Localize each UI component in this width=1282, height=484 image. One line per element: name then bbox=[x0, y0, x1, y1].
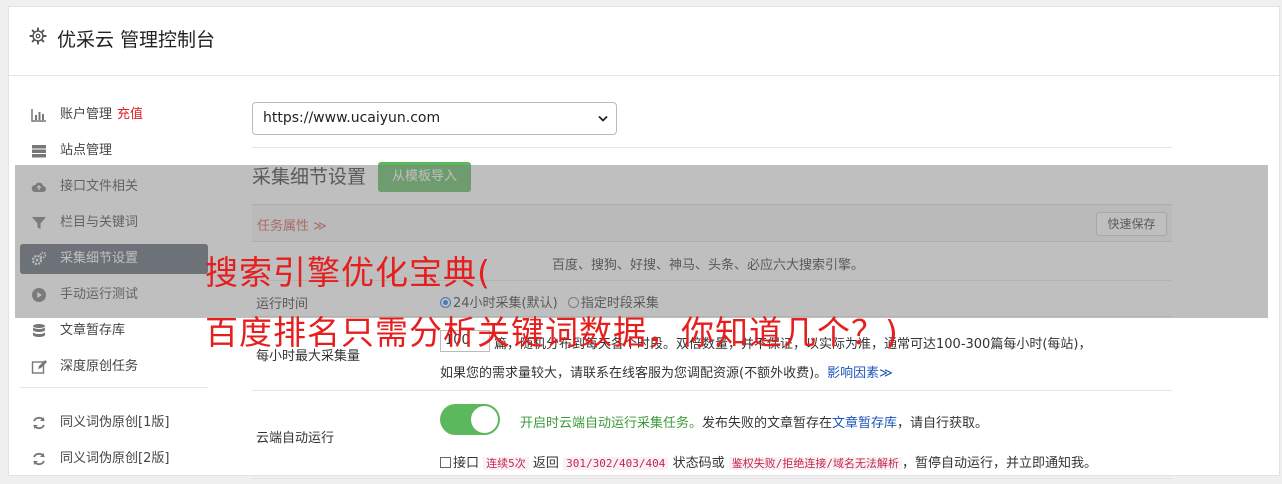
sidebar-divider bbox=[20, 387, 208, 388]
sidebar-item-synonym-v1[interactable]: 同义词伪原创[1版] bbox=[20, 408, 208, 438]
api-pause-checkbox[interactable] bbox=[440, 457, 451, 468]
app-title: 优采云 管理控制台 bbox=[57, 29, 216, 51]
sidebar-item-label: 站点管理 bbox=[60, 143, 113, 158]
edit-icon bbox=[31, 360, 47, 374]
sidebar-item-account[interactable]: 账户管理 充值 bbox=[20, 100, 208, 130]
sidebar-item-label: 同义词伪原创[1版] bbox=[60, 415, 170, 430]
api-pause-option: 接口 连续5次 返回 301/302/403/404 状态码或 鉴权失败/拒绝连… bbox=[440, 452, 1097, 471]
cloud-run-text: 发布失败的文章暂存在 bbox=[702, 416, 833, 431]
api-prefix: 接口 bbox=[453, 456, 480, 471]
site-select[interactable]: https://www.ucaiyun.com bbox=[252, 102, 617, 135]
cloud-run-label: 云端自动运行 bbox=[256, 431, 335, 446]
sidebar-item-label: 深度原创任务 bbox=[60, 359, 139, 374]
sidebar-item-label: 账户管理 bbox=[60, 107, 113, 122]
divider bbox=[252, 147, 1172, 148]
article-store-link[interactable]: 文章暂存库 bbox=[832, 416, 897, 431]
api-mid: 返回 bbox=[532, 456, 559, 471]
database-icon bbox=[33, 324, 45, 337]
refresh-icon bbox=[33, 452, 45, 466]
cloud-run-on-text: 开启时云端自动运行采集任务。 bbox=[520, 416, 703, 431]
gear-icon bbox=[29, 27, 47, 45]
cloud-run-toggle[interactable] bbox=[440, 404, 500, 435]
sidebar-item-synonym-v2[interactable]: 同义词伪原创[2版] bbox=[20, 444, 208, 474]
row-divider bbox=[252, 478, 1172, 479]
card-header: 优采云 管理控制台 bbox=[9, 7, 1279, 76]
code-tag: 连续5次 bbox=[483, 457, 529, 470]
toggle-knob bbox=[471, 406, 498, 433]
cloud-run-desc: 开启时云端自动运行采集任务。发布失败的文章暂存在文章暂存库，请自行获取。 bbox=[520, 412, 988, 431]
max-collect-desc2: 如果您的需求量较大，请联系在线客服为您调配资源(不额外收费)。影响因素≫ bbox=[440, 362, 893, 381]
watermark-line-1: 搜索引擎优化宝典( bbox=[205, 253, 491, 292]
api-mid2: 状态码或 bbox=[672, 456, 725, 471]
api-suffix: ，暂停自动运行，并立即通知我。 bbox=[901, 456, 1097, 471]
influence-link[interactable]: 影响因素≫ bbox=[827, 366, 893, 381]
gray-overlay bbox=[15, 165, 1268, 318]
code-tag: 鉴权失败/拒绝连接/域名无法解析 bbox=[728, 457, 902, 470]
recharge-link[interactable]: 充值 bbox=[117, 107, 143, 122]
code-tag: 301/302/403/404 bbox=[563, 457, 669, 470]
watermark-line-2: 百度排名只需分析关键词数据，你知道几个？) bbox=[205, 313, 899, 352]
chevron-down-icon bbox=[598, 115, 608, 122]
contact-text: 如果您的需求量较大，请联系在线客服为您调配资源(不额外收费)。 bbox=[440, 366, 828, 381]
cloud-run-text2: ，请自行获取。 bbox=[897, 416, 989, 431]
refresh-icon bbox=[33, 416, 45, 430]
server-icon bbox=[32, 145, 46, 158]
sidebar-item-label: 文章暂存库 bbox=[60, 323, 126, 338]
row-divider bbox=[252, 390, 1172, 391]
site-select-value: https://www.ucaiyun.com bbox=[263, 110, 441, 126]
sidebar-item-sites[interactable]: 站点管理 bbox=[20, 136, 208, 166]
sidebar-item-article-store[interactable]: 文章暂存库 bbox=[20, 316, 208, 346]
sidebar-item-deep-original[interactable]: 深度原创任务 bbox=[20, 352, 208, 382]
bar-chart-icon bbox=[31, 109, 46, 122]
sidebar-item-label: 同义词伪原创[2版] bbox=[60, 451, 170, 466]
